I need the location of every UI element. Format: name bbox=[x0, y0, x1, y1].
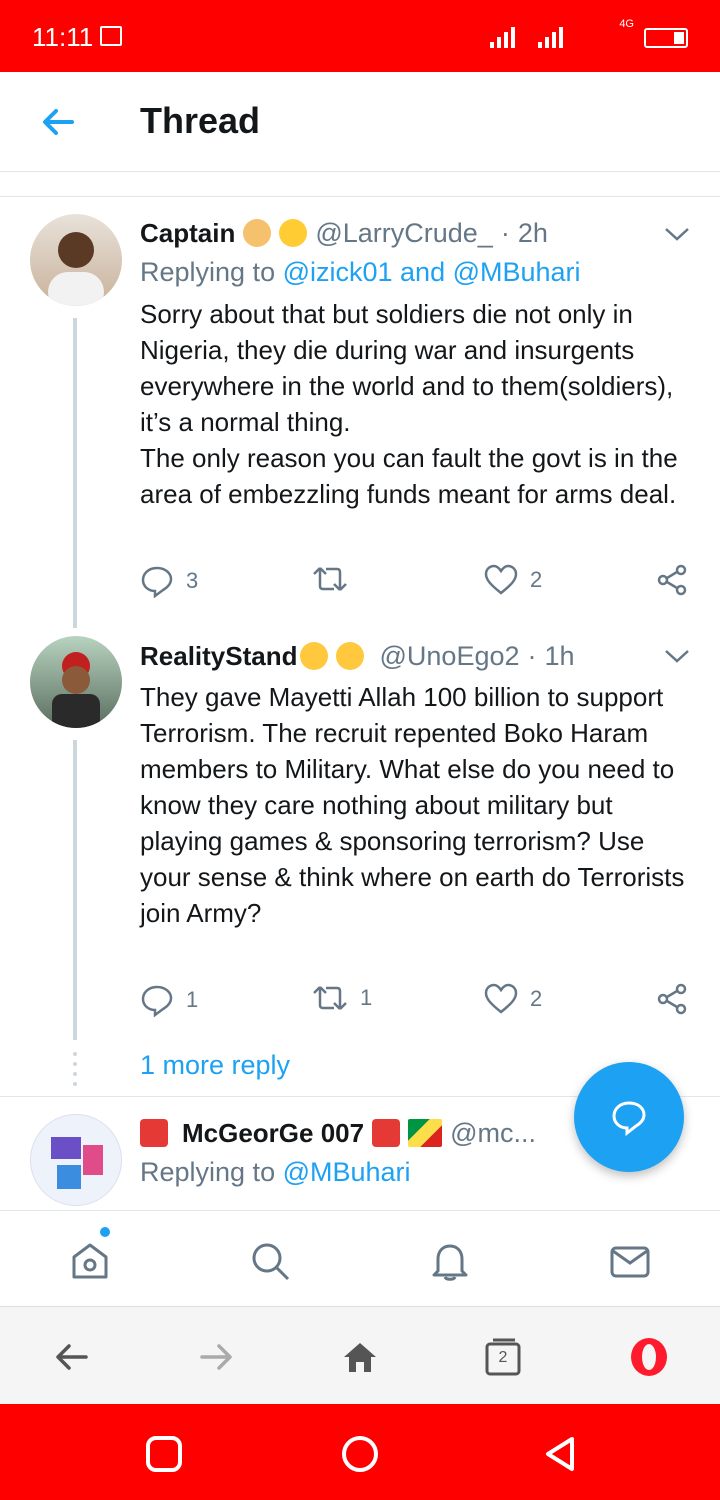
tweet-item[interactable]: McGeorGe 007 @mc... Replying to @MBuhari bbox=[0, 0, 720, 1210]
browser-forward-icon[interactable] bbox=[196, 1337, 236, 1377]
search-icon[interactable] bbox=[248, 1239, 292, 1283]
tab-count: 2 bbox=[498, 1349, 508, 1366]
notification-dot bbox=[100, 1227, 110, 1237]
replying-prefix: Replying to bbox=[140, 1157, 283, 1187]
system-nav-bar bbox=[0, 1404, 720, 1500]
compose-reply-button[interactable] bbox=[574, 1062, 684, 1172]
opera-menu-icon[interactable] bbox=[628, 1336, 670, 1378]
ribbon-emoji-icon bbox=[372, 1119, 401, 1147]
home-circle-icon[interactable] bbox=[340, 1434, 380, 1474]
bottom-tab-bar bbox=[0, 1210, 720, 1306]
avatar[interactable] bbox=[30, 1114, 122, 1206]
congo-flag-icon bbox=[408, 1119, 443, 1147]
user-handle[interactable]: @mc... bbox=[450, 1118, 536, 1149]
home-icon[interactable] bbox=[68, 1239, 112, 1283]
reply-icon bbox=[612, 1101, 646, 1137]
replying-to: Replying to @MBuhari bbox=[140, 1157, 411, 1188]
browser-home-icon[interactable] bbox=[340, 1337, 380, 1377]
browser-toolbar: 2 bbox=[0, 1306, 720, 1404]
recents-square-icon[interactable] bbox=[144, 1434, 184, 1474]
ribbon-emoji-icon bbox=[140, 1119, 168, 1147]
replying-mentions[interactable]: @MBuhari bbox=[283, 1157, 411, 1187]
browser-back-icon[interactable] bbox=[52, 1337, 92, 1377]
back-triangle-icon[interactable] bbox=[540, 1434, 580, 1474]
tabs-button[interactable]: 2 bbox=[484, 1337, 524, 1377]
display-name[interactable]: McGeorGe 007 bbox=[182, 1118, 364, 1149]
notifications-bell-icon[interactable] bbox=[428, 1239, 472, 1283]
messages-envelope-icon[interactable] bbox=[608, 1239, 652, 1283]
